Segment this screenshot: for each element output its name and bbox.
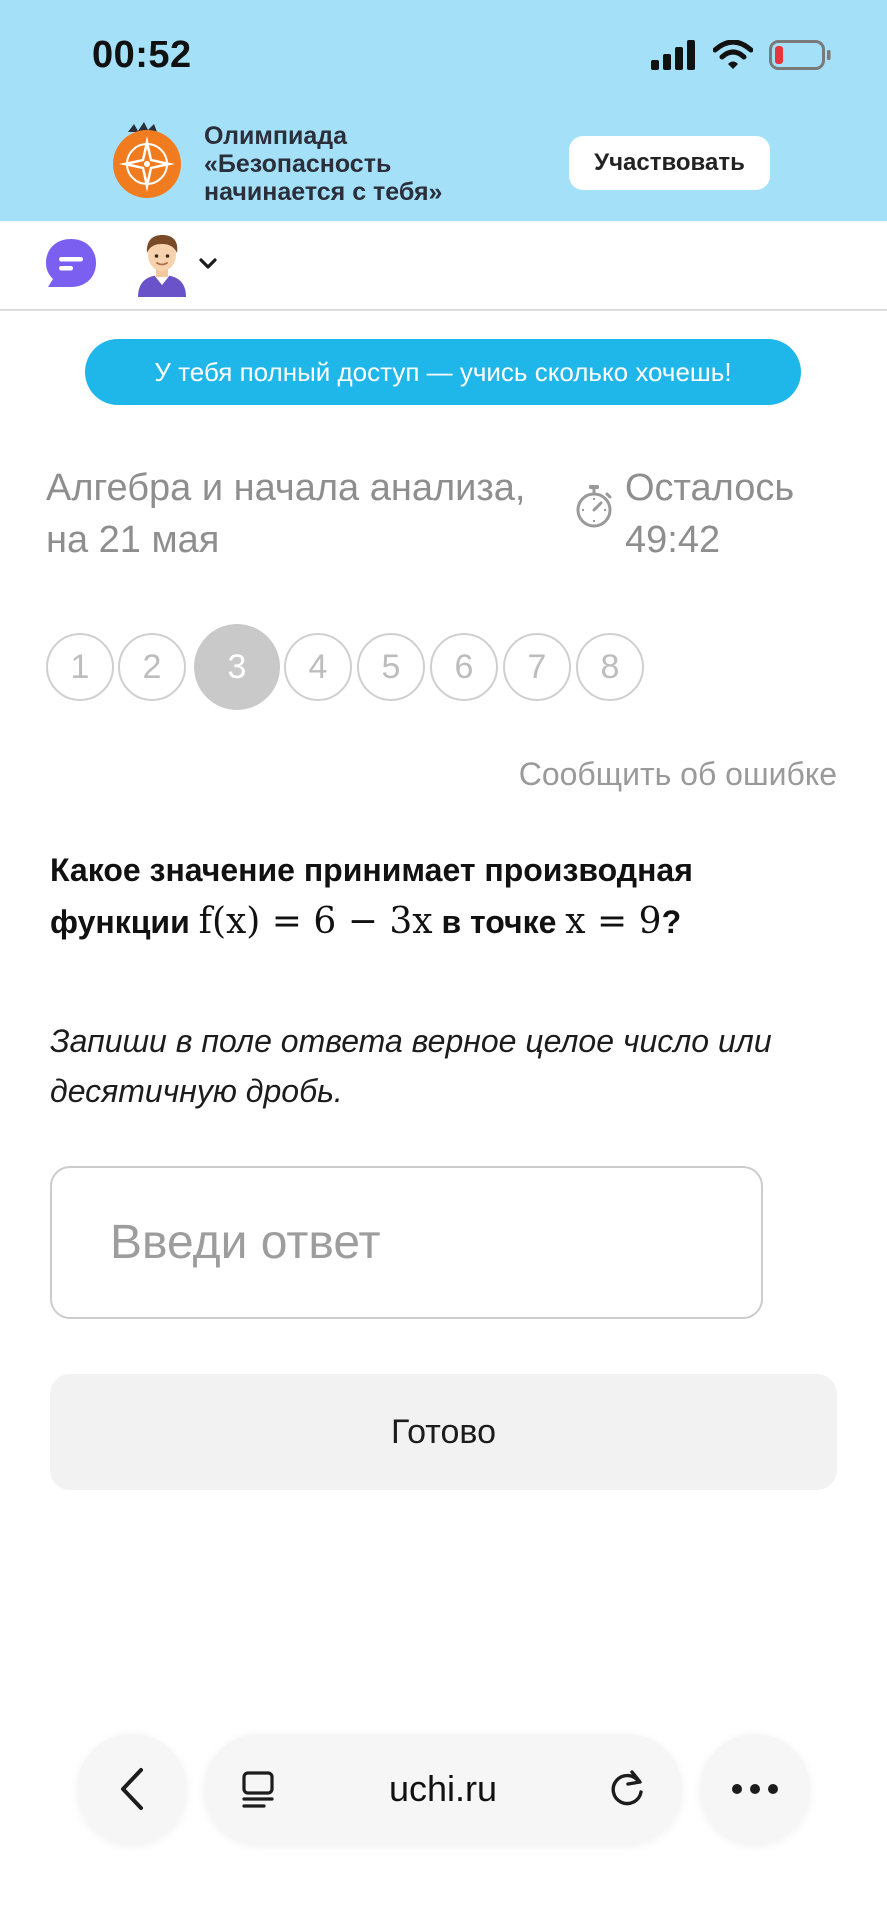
more-dots-icon [732,1784,778,1794]
page-bubble-1[interactable]: 1 [46,633,114,701]
full-access-banner: У тебя полный доступ — учись сколько хоч… [85,339,801,405]
question-part-1: Какое значение принимает производная [50,852,693,888]
status-time: 00:52 [92,34,192,76]
task-subject: Алгебра и начала анализа, на 21 мая [46,462,546,566]
battery-low-icon [769,40,831,70]
done-button[interactable]: Готово [50,1374,837,1490]
more-button[interactable] [700,1734,810,1844]
wifi-icon [713,40,753,69]
page-bubble-4[interactable]: 4 [284,633,352,701]
stopwatch-icon [576,485,612,528]
answer-input[interactable] [50,1166,763,1319]
back-button[interactable] [77,1734,187,1844]
instruction-line-1: Запиши в поле ответа верное целое число … [50,1023,772,1059]
reload-icon[interactable] [606,1768,648,1810]
question-line-2: функции f(x) = 6 − 3x в точке x = 9? [50,896,850,948]
participate-button[interactable]: Участвовать [569,136,770,190]
report-error-link[interactable]: Сообщить об ошибке [519,756,837,793]
page-bubble-3-current[interactable]: 3 [194,624,280,710]
question-part-3: в точке [441,904,557,940]
promo-line-1: Олимпиада [204,122,348,150]
instruction-line-2: десятичную дробь. [50,1073,343,1109]
question-line-1: Какое значение принимает производная [50,844,850,896]
timer-label: Осталось [625,467,795,509]
browser-toolbar: uchi.ru [0,1724,887,1854]
promo-banner: 00:52 Олимпиада «Безопасность начинается [0,0,887,221]
page-bubble-5[interactable]: 5 [357,633,425,701]
app-header [0,221,887,311]
status-icons [651,40,831,70]
promo-line-3: начинается с тебя» [204,178,443,206]
address-bar[interactable]: uchi.ru [204,1734,682,1844]
subject-line-1: Алгебра и начала анализа, [46,467,526,509]
page-bubble-6[interactable]: 6 [430,633,498,701]
question-mark: ? [661,904,682,940]
chevron-down-icon[interactable] [198,257,218,271]
timer-value: 49:42 [625,519,721,561]
page-bubble-2[interactable]: 2 [118,633,186,701]
signal-icon [651,40,695,70]
chevron-left-icon [121,1768,143,1810]
page-bubble-7[interactable]: 7 [503,633,571,701]
question-text: Какое значение принимает производная фун… [50,844,850,948]
user-avatar-icon[interactable] [134,231,190,297]
promo-title: Олимпиада «Безопасность начинается с теб… [204,122,442,206]
function-formula: f(x) = 6 − 3x [198,901,433,942]
subject-date: на 21 мая [46,519,220,561]
promo-line-2: «Безопасность [204,150,392,178]
point-formula: x = 9 [565,901,662,942]
answer-instruction: Запиши в поле ответа верное целое число … [50,1016,850,1116]
question-part-2: функции [50,904,190,940]
page-bubble-8[interactable]: 8 [576,633,644,701]
timer: Осталось 49:42 [625,462,794,566]
chat-bubble-icon[interactable] [42,235,100,293]
compass-star-icon [113,122,181,198]
